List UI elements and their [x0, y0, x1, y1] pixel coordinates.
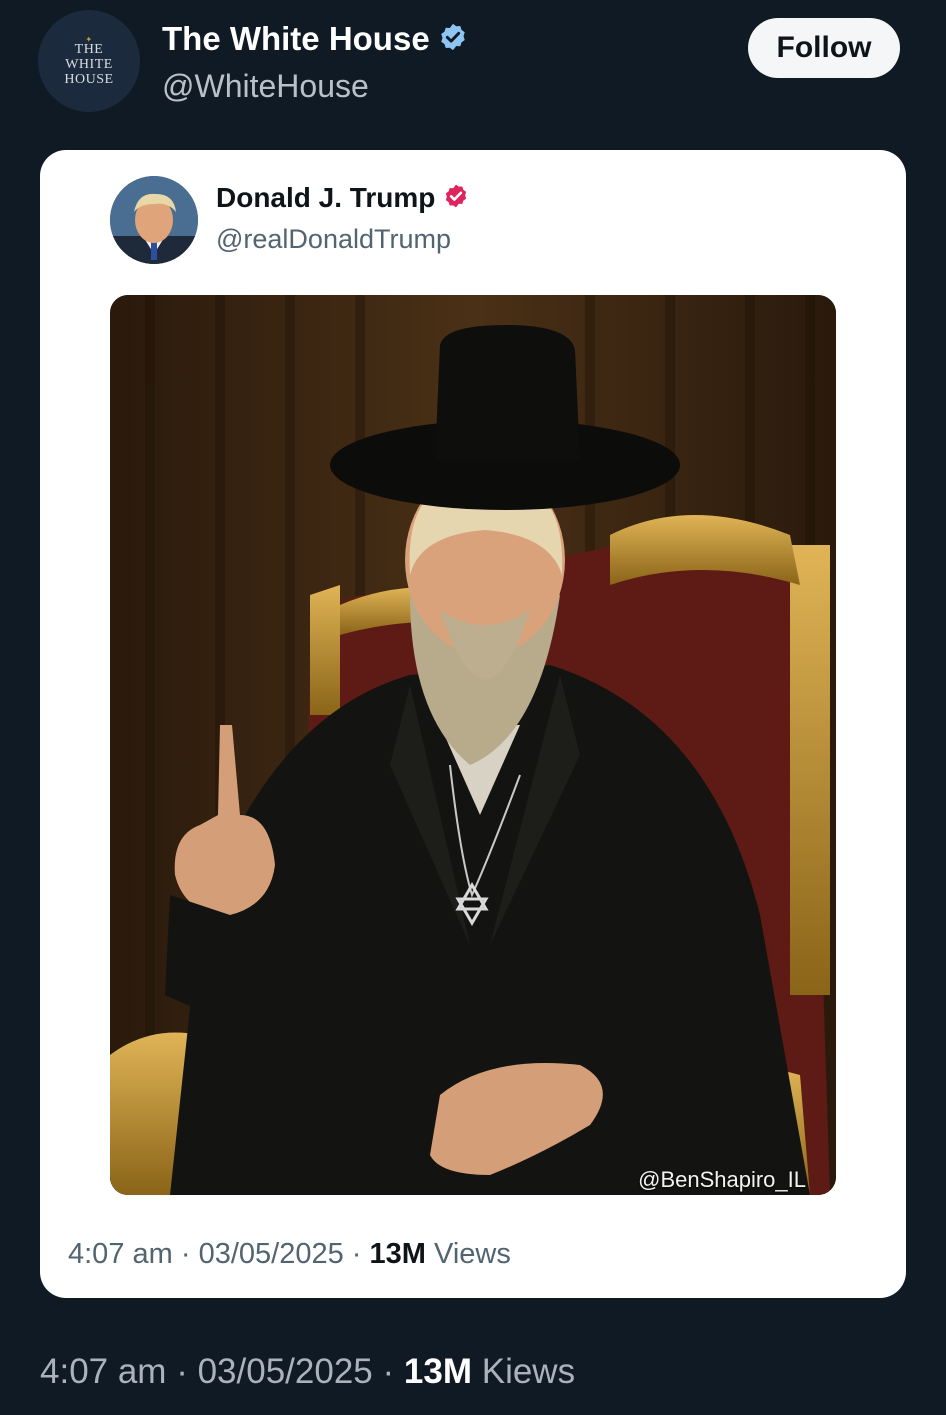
- quoted-post-card[interactable]: Donald J. Trump @realDonaldTrump @BenSha…: [40, 150, 906, 1298]
- quoted-author-name-row: Donald J. Trump: [216, 182, 469, 214]
- post-meta: 4:07 am · 03/05/2025 · 13M Kiews: [40, 1352, 575, 1392]
- quoted-author-handle[interactable]: @realDonaldTrump: [216, 224, 451, 255]
- verified-badge-icon: [443, 183, 469, 214]
- quoted-author-avatar[interactable]: [110, 176, 198, 264]
- post-image[interactable]: @BenShapiro_IL: [110, 295, 836, 1195]
- portrait-illustration: [110, 295, 836, 1195]
- avatar-line: HOUSE: [64, 71, 114, 87]
- meta-separator: ·: [176, 1352, 198, 1391]
- quoted-author-name[interactable]: Donald J. Trump: [216, 182, 435, 214]
- views-count: 13M: [403, 1352, 472, 1391]
- views-label: Kiews: [481, 1352, 576, 1391]
- post-time[interactable]: 4:07 am: [68, 1238, 173, 1270]
- views-count: 13M: [369, 1238, 426, 1270]
- follow-button[interactable]: Follow: [748, 18, 900, 78]
- avatar-line: WHITE: [65, 56, 113, 72]
- views-label: Views: [434, 1238, 511, 1270]
- author-name-row: The White House: [162, 20, 468, 58]
- image-watermark: @BenShapiro_IL: [638, 1167, 806, 1192]
- author-handle[interactable]: @WhiteHouse: [162, 68, 369, 105]
- author-name[interactable]: The White House: [162, 20, 430, 58]
- white-house-avatar[interactable]: ✦ THE WHITE HOUSE: [38, 10, 140, 112]
- post-time[interactable]: 4:07 am: [40, 1352, 166, 1391]
- meta-separator: ·: [351, 1238, 370, 1270]
- meta-separator: ·: [180, 1238, 199, 1270]
- verified-badge-icon: [438, 22, 468, 57]
- post-header: ✦ THE WHITE HOUSE The White House @White…: [0, 0, 946, 140]
- meta-separator: ·: [382, 1352, 404, 1391]
- quoted-post-meta: 4:07 am · 03/05/2025 · 13M Views: [68, 1238, 511, 1271]
- post-date[interactable]: 03/05/2025: [198, 1352, 373, 1391]
- post-date[interactable]: 03/05/2025: [199, 1238, 344, 1270]
- avatar-line: THE: [74, 41, 104, 57]
